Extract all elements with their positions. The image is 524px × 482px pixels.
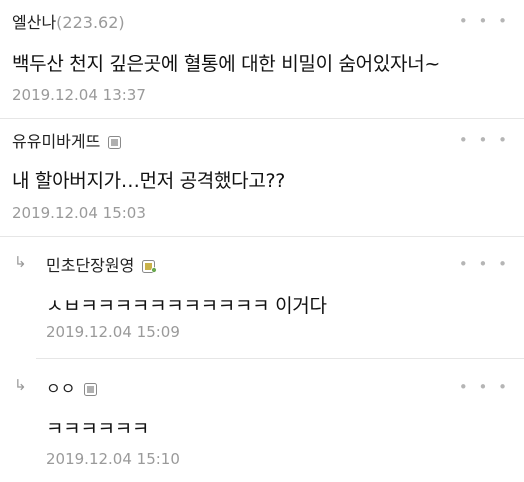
- gallery-member-icon: [83, 383, 97, 396]
- reply-comment: ↳ 민초단장원영 • • • ㅅㅂㅋㅋㅋㅋㅋㅋㅋㅋㅋㅋㅋ 이거다 2019.12…: [0, 237, 524, 357]
- fixed-nick-icon: [142, 260, 158, 273]
- comment: 엘산나(223.62) • • • 백두산 천지 깊은곳에 혈통에 대한 비밀이…: [0, 0, 524, 115]
- comment-timestamp: 2019.12.04 15:03: [12, 204, 146, 222]
- author-nick: 민초단장원영: [46, 256, 135, 275]
- author-nick: ㅇㅇ: [46, 379, 76, 398]
- comment-timestamp: 2019.12.04 15:10: [46, 450, 180, 468]
- gallery-member-icon: [108, 136, 122, 149]
- more-options-button[interactable]: • • •: [459, 131, 510, 149]
- more-options-button[interactable]: • • •: [459, 12, 510, 30]
- author-nick: 유유미바게뜨: [12, 132, 101, 151]
- comment-author[interactable]: ㅇㅇ: [46, 375, 97, 399]
- comment-author[interactable]: 유유미바게뜨: [12, 128, 122, 152]
- comment-author[interactable]: 엘산나(223.62): [12, 9, 125, 33]
- reply-comment: ↳ ㅇㅇ • • • ㅋㅋㅋㅋㅋㅋ 2019.12.04 15:10: [0, 359, 524, 482]
- comment-timestamp: 2019.12.04 13:37: [12, 86, 146, 104]
- author-ip: (223.62): [56, 13, 125, 32]
- comment-text: ㅅㅂㅋㅋㅋㅋㅋㅋㅋㅋㅋㅋㅋ 이거다: [46, 295, 327, 317]
- comment-text: 내 할아버지가…먼저 공격했다고??: [12, 170, 286, 192]
- more-options-button[interactable]: • • •: [459, 378, 510, 396]
- reply-arrow-icon: ↳: [14, 376, 27, 394]
- comment: 유유미바게뜨 • • • 내 할아버지가…먼저 공격했다고?? 2019.12.…: [0, 119, 524, 234]
- comment-author[interactable]: 민초단장원영: [46, 252, 158, 276]
- reply-arrow-icon: ↳: [14, 253, 27, 271]
- comment-timestamp: 2019.12.04 15:09: [46, 323, 180, 341]
- comment-text: 백두산 천지 깊은곳에 혈통에 대한 비밀이 숨어있자너~: [12, 53, 441, 75]
- author-nick: 엘산나: [12, 13, 57, 32]
- comment-text: ㅋㅋㅋㅋㅋㅋ: [46, 418, 150, 440]
- more-options-button[interactable]: • • •: [459, 255, 510, 273]
